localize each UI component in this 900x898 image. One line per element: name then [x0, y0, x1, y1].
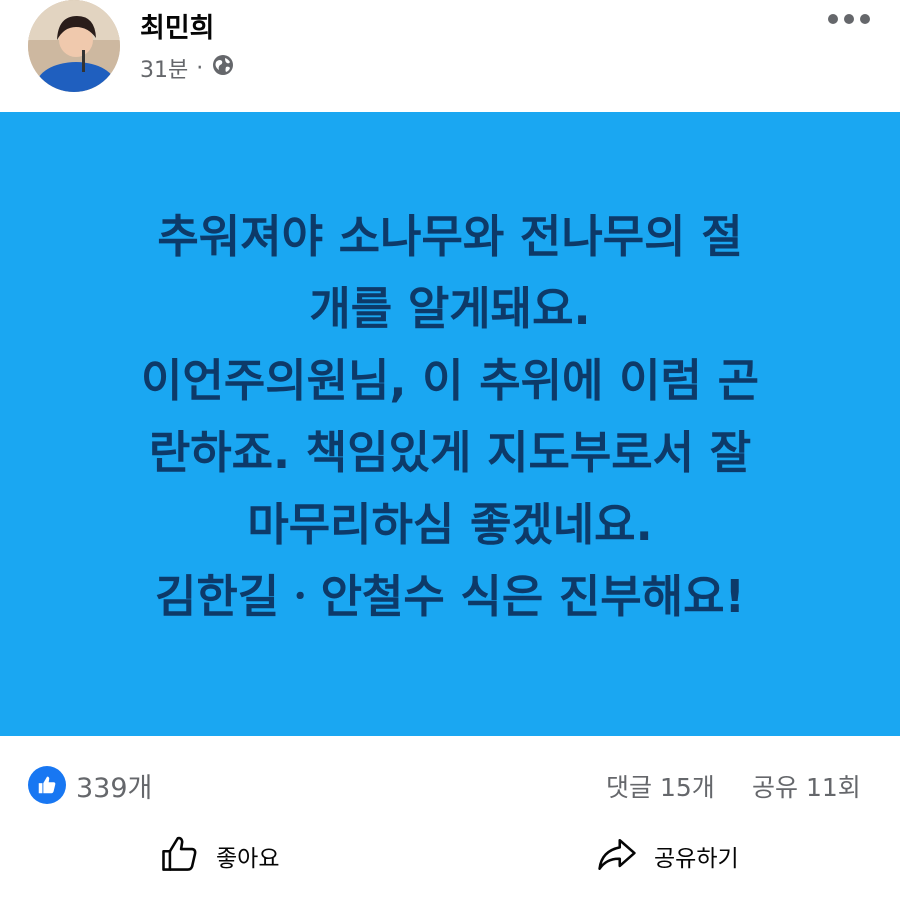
avatar[interactable] — [28, 0, 120, 92]
like-button[interactable]: 좋아요 — [158, 828, 279, 884]
more-options-icon[interactable] — [828, 10, 872, 30]
like-count[interactable]: 339개 — [76, 766, 152, 805]
post-actions: 좋아요 공유하기 — [0, 828, 900, 898]
post-text-card: 추워져야 소나무와 전나무의 절 개를 알게돼요. 이언주의원님, 이 추위에 … — [0, 112, 900, 736]
meta-separator: · — [196, 55, 204, 81]
share-button-label: 공유하기 — [654, 846, 739, 872]
post-text-line: 김한길ㆍ안철수 식은 진부해요! — [154, 570, 746, 623]
post-header: 최민희 31분 · — [0, 0, 900, 112]
post-text-line: 개를 알게돼요. — [309, 282, 591, 335]
post-text-line: 추워져야 소나무와 전나무의 절 — [157, 210, 743, 263]
share-arrow-icon — [594, 832, 640, 880]
globe-icon — [211, 53, 235, 83]
share-button[interactable]: 공유하기 — [594, 828, 739, 884]
post-text-line: 마무리하심 좋겠네요. — [247, 498, 653, 551]
post-text-line: 이언주의원님, 이 추위에 이럼 곤 — [141, 354, 759, 407]
like-button-label: 좋아요 — [216, 846, 280, 872]
share-count[interactable]: 공유 11회 — [752, 768, 861, 804]
post-text-line: 란하죠. 책임있게 지도부로서 잘 — [148, 426, 752, 479]
post-meta: 31분 · — [140, 52, 235, 84]
thumbs-up-icon — [158, 832, 202, 880]
post-stats: 339개 댓글 15개 공유 11회 — [0, 736, 900, 828]
like-reaction-icon[interactable] — [28, 766, 66, 804]
post-time[interactable]: 31분 — [140, 52, 188, 84]
comment-count[interactable]: 댓글 15개 — [606, 768, 715, 804]
author-name[interactable]: 최민희 — [140, 6, 215, 45]
